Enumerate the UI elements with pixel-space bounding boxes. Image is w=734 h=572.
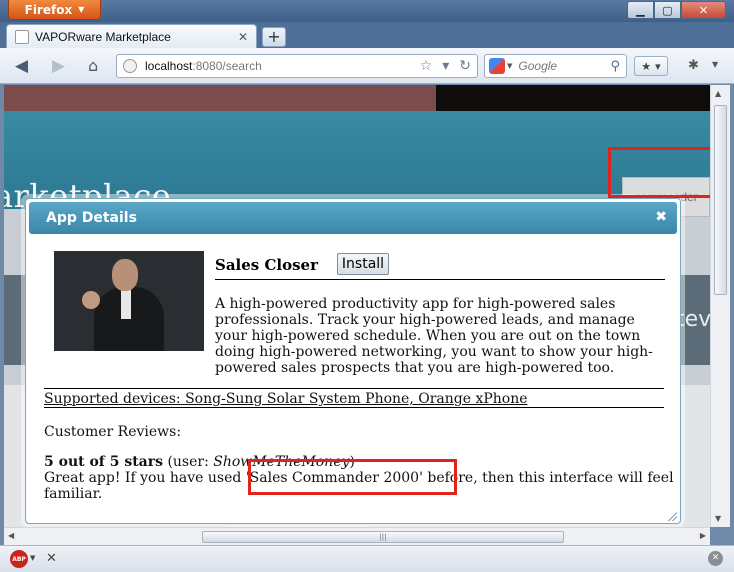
site-feature-text: tev xyxy=(676,307,710,332)
tab-title: VAPORware Marketplace xyxy=(35,29,171,44)
resize-grip-icon[interactable] xyxy=(667,511,677,521)
new-tab-button[interactable]: + xyxy=(262,27,286,47)
review-user-prefix: (user: xyxy=(167,454,214,470)
search-engine-placeholder: Google xyxy=(518,59,558,73)
app-name: Sales Closer xyxy=(215,256,318,274)
minimize-button[interactable]: ▁ xyxy=(627,1,654,19)
horizontal-scroll-thumb[interactable]: ||| xyxy=(202,531,564,543)
chevron-down-icon[interactable]: ▼ xyxy=(30,554,35,562)
dialog-title: App Details xyxy=(46,210,137,226)
scroll-up-icon[interactable]: ▲ xyxy=(715,89,721,98)
vertical-scroll-thumb[interactable] xyxy=(714,105,727,295)
reload-icon[interactable]: ↻ xyxy=(459,58,471,74)
page-favicon-icon xyxy=(15,29,29,44)
reviews-heading: Customer Reviews: xyxy=(44,424,182,440)
chevron-down-icon: ▼ xyxy=(78,5,85,14)
home-icon[interactable]: ⌂ xyxy=(88,56,98,75)
forward-arrow-icon[interactable]: ▶ xyxy=(52,56,65,76)
site-identity-icon[interactable] xyxy=(123,59,137,73)
install-button[interactable]: Install xyxy=(337,253,389,275)
status-icon[interactable]: ✕ xyxy=(708,551,723,566)
supported-devices: Supported devices: Song-Sung Solar Syste… xyxy=(44,391,528,407)
search-bar[interactable]: ▼ Google ⚲ xyxy=(484,54,627,78)
search-magnifier-icon[interactable]: ⚲ xyxy=(610,59,620,74)
site-banner-top xyxy=(4,85,710,111)
window-titlebar: Firefox ▼ ▁ ▢ ✕ xyxy=(0,0,734,22)
app-screenshot-image xyxy=(54,251,204,351)
close-window-button[interactable]: ✕ xyxy=(681,1,726,19)
adblock-plus-icon[interactable]: ABP xyxy=(10,550,28,568)
devices-label: Supported devices: xyxy=(44,391,181,407)
addon-bar: ABP ▼ ✕ ✕ xyxy=(0,545,734,572)
google-logo-icon[interactable] xyxy=(489,58,505,74)
firefox-menu-button[interactable]: Firefox ▼ xyxy=(8,0,101,20)
tab-vaporware-marketplace[interactable]: VAPORware Marketplace ✕ xyxy=(6,24,257,48)
url-path: :8080/search xyxy=(192,59,262,73)
maximize-button[interactable]: ▢ xyxy=(654,1,681,19)
horizontal-scrollbar[interactable]: ◀ ||| ▶ xyxy=(4,527,710,545)
bookmarks-menu-button[interactable]: ★ ▾ xyxy=(634,56,668,76)
navigation-toolbar: ◀ ▶ ⌂ localhost:8080/search ☆ ▾ ↻ ▼ Goog… xyxy=(0,48,734,84)
devices-list: Song-Sung Solar System Phone, Orange xPh… xyxy=(185,391,528,407)
close-tab-icon[interactable]: ✕ xyxy=(238,30,248,44)
chevron-down-icon[interactable]: ▼ xyxy=(507,62,512,70)
firefox-menu-label: Firefox xyxy=(24,2,73,17)
scroll-right-icon[interactable]: ▶ xyxy=(700,531,706,540)
url-host: localhost xyxy=(145,59,193,73)
highlight-box-search xyxy=(608,147,724,198)
bookmark-star-icon[interactable]: ☆ xyxy=(420,58,433,74)
tab-strip: VAPORware Marketplace ✕ + xyxy=(0,22,734,48)
address-bar[interactable]: localhost:8080/search ☆ ▾ ↻ xyxy=(116,54,478,78)
back-arrow-icon[interactable]: ◀ xyxy=(15,56,28,76)
scroll-left-icon[interactable]: ◀ xyxy=(8,531,14,540)
divider xyxy=(215,279,665,280)
dropdown-arrow-icon[interactable]: ▾ xyxy=(442,58,449,74)
vertical-scrollbar[interactable]: ▲ ▼ xyxy=(710,85,730,527)
bookmarks-icon: ★ xyxy=(641,59,652,73)
divider xyxy=(44,388,664,389)
site-header: arketplace commander xyxy=(4,111,710,217)
toolbar-overflow-icon[interactable]: ▼ xyxy=(712,60,718,69)
app-description: A high-powered productivity app for high… xyxy=(215,296,653,376)
close-icon[interactable]: ✖ xyxy=(655,209,667,225)
review-text-before: Great app! If you have used xyxy=(44,470,246,486)
extension-icon[interactable]: ✱ xyxy=(688,58,699,73)
scroll-down-icon[interactable]: ▼ xyxy=(715,514,721,523)
divider xyxy=(44,407,664,408)
chevron-down-icon: ▾ xyxy=(655,59,661,73)
highlight-box-review xyxy=(248,459,457,495)
review-rating: 5 out of 5 stars xyxy=(44,454,163,470)
close-icon[interactable]: ✕ xyxy=(46,551,57,566)
dialog-header[interactable]: App Details ✖ xyxy=(29,202,677,234)
